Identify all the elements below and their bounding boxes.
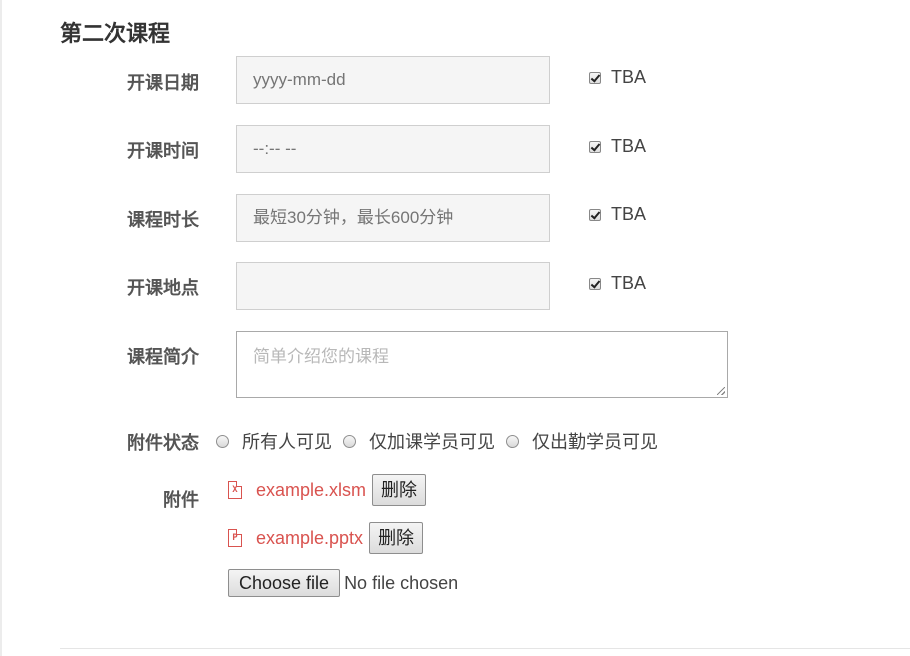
checkbox-checked-icon[interactable] [589,71,601,84]
attachment-link[interactable]: example.pptx [256,528,363,549]
attachment-item: P example.pptx 删除 [228,522,424,554]
visibility-radio-group: 所有人可见 仅加课学员可见 仅出勤学员可见 [216,428,669,454]
intro-label: 课程简介 [127,347,199,367]
section-divider [60,648,910,649]
delete-attachment-button[interactable]: 删除 [372,474,427,506]
start-date-tba-checkbox[interactable]: TBA [589,67,646,88]
tba-label: TBA [611,67,647,87]
radio-icon[interactable] [216,434,229,448]
duration-label: 课程时长 [127,210,199,230]
powerpoint-file-icon: P [228,529,242,547]
excel-file-icon: X [228,481,242,499]
tba-label: TBA [611,273,647,293]
visibility-option-label: 仅出勤学员可见 [532,432,658,452]
file-chooser-status: No file chosen [344,572,459,593]
duration-tba-checkbox[interactable]: TBA [589,204,646,225]
start-date-label: 开课日期 [127,73,199,93]
radio-icon[interactable] [506,434,519,448]
visibility-option-attended[interactable]: 仅出勤学员可见 [506,428,658,454]
location-tba-checkbox[interactable]: TBA [589,273,646,294]
intro-placeholder: 简单介绍您的课程 [253,347,389,366]
intro-textarea[interactable]: 简单介绍您的课程 [236,331,728,398]
visibility-label: 附件状态 [127,433,199,453]
visibility-option-label: 仅加课学员可见 [369,432,495,452]
attachment-link[interactable]: example.xlsm [256,480,366,501]
start-time-input[interactable] [236,125,550,173]
file-chooser: Choose file No file chosen [228,569,458,597]
left-border [0,0,2,656]
start-date-input[interactable] [236,56,550,104]
attachment-item: X example.xlsm 删除 [228,474,427,506]
visibility-option-label: 所有人可见 [242,432,332,452]
duration-input[interactable] [236,194,550,242]
start-time-tba-checkbox[interactable]: TBA [589,136,646,157]
delete-attachment-button[interactable]: 删除 [369,522,424,554]
visibility-option-enrolled[interactable]: 仅加课学员可见 [343,428,495,454]
choose-file-button[interactable]: Choose file [228,569,341,597]
checkbox-checked-icon[interactable] [589,140,601,153]
start-time-label: 开课时间 [127,141,199,161]
attachments-label: 附件 [163,490,199,510]
tba-label: TBA [611,136,647,156]
checkbox-checked-icon[interactable] [589,277,601,290]
visibility-option-all[interactable]: 所有人可见 [216,428,332,454]
radio-icon[interactable] [343,434,356,448]
location-label: 开课地点 [127,278,199,298]
section-title: 第二次课程 [60,21,171,46]
checkbox-checked-icon[interactable] [589,208,601,221]
resize-grip-icon[interactable] [717,387,725,395]
location-input[interactable] [236,262,550,310]
tba-label: TBA [611,204,647,224]
